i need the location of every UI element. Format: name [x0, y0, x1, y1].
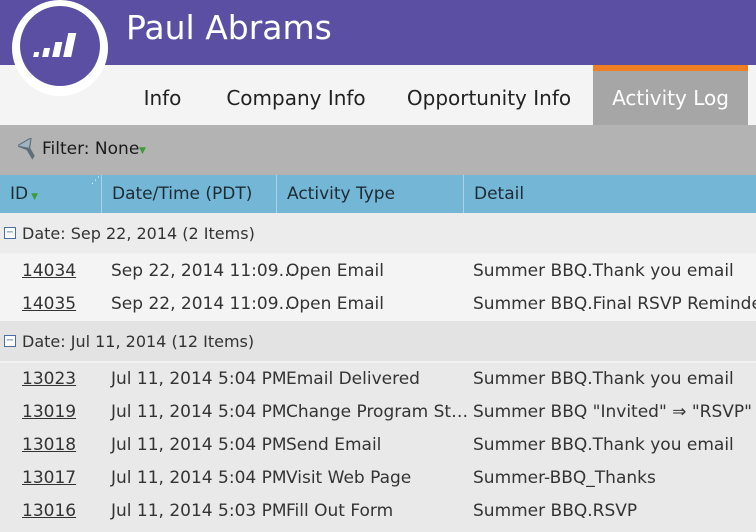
filter-dropdown-icon[interactable]: ▼: [139, 146, 146, 156]
page-title: Paul Abrams: [126, 8, 332, 47]
funnel-icon[interactable]: [18, 138, 40, 162]
column-detail[interactable]: Detail: [464, 175, 756, 213]
table-row[interactable]: 13017 Jul 11, 2014 5:04 PM Visit Web Pag…: [0, 462, 756, 495]
activity-id-link[interactable]: 13016: [22, 501, 76, 521]
activity-type: Open Email: [286, 261, 384, 281]
activity-detail: Summer BBQ.Final RSVP Reminder: [473, 294, 756, 314]
group-header: − Date: Jul 11, 2014 (12 Items): [0, 321, 756, 361]
column-header-row: ID ▼ ⋰ Date/Time (PDT) Activity Type Deta…: [0, 175, 756, 213]
column-activity-type[interactable]: Activity Type: [277, 175, 464, 213]
collapse-icon[interactable]: −: [4, 227, 16, 239]
column-id[interactable]: ID ▼ ⋰: [0, 175, 102, 213]
activity-id-link[interactable]: 14035: [22, 294, 76, 314]
activity-detail: Summer BBQ.RSVP: [473, 501, 638, 521]
tab-info[interactable]: Info: [125, 65, 200, 125]
activity-detail: Summer-BBQ_Thanks: [473, 468, 656, 488]
activity-datetime: Sep 22, 2014 11:09…: [111, 261, 296, 281]
tab-company-info[interactable]: Company Info: [213, 65, 379, 125]
activity-type: Fill Out Form: [286, 501, 394, 521]
group-label: Date: Jul 11, 2014 (12 Items): [22, 332, 255, 351]
activity-id-link[interactable]: 13019: [22, 402, 76, 422]
record-header: Paul Abrams: [0, 0, 756, 65]
tab-bar: Info Company Info Opportunity Info Activ…: [0, 65, 756, 125]
activity-type: Visit Web Page: [286, 468, 412, 488]
activity-id-link[interactable]: 14034: [22, 261, 76, 281]
group-header: − Date: Sep 22, 2014 (2 Items): [0, 213, 756, 253]
logo-badge: [20, 6, 100, 86]
column-grip-icon[interactable]: ⋰: [91, 177, 100, 186]
column-id-label: ID: [10, 184, 29, 204]
activity-id-link[interactable]: 13023: [22, 369, 76, 389]
activity-id-link[interactable]: 13018: [22, 435, 76, 455]
tab-activity-log[interactable]: Activity Log: [593, 65, 748, 125]
group-label: Date: Sep 22, 2014 (2 Items): [22, 224, 255, 243]
activity-detail: Summer BBQ.Thank you email: [473, 369, 734, 389]
activity-datetime: Jul 11, 2014 5:04 PM: [111, 402, 287, 422]
app-logo: [12, 0, 108, 96]
activity-type: Email Delivered: [286, 369, 420, 389]
bars-logo-icon: [33, 33, 77, 57]
activity-type: Change Program St…: [286, 402, 469, 422]
table-row[interactable]: 13018 Jul 11, 2014 5:04 PM Send Email Su…: [0, 429, 756, 462]
activity-datetime: Jul 11, 2014 5:04 PM: [111, 435, 287, 455]
activity-type: Open Email: [286, 294, 384, 314]
filter-bar: Filter: None ▼: [0, 125, 756, 175]
filter-label[interactable]: Filter: None: [42, 139, 139, 159]
column-datetime[interactable]: Date/Time (PDT): [102, 175, 277, 213]
activity-datetime: Jul 11, 2014 5:04 PM: [111, 468, 287, 488]
activity-detail: Summer BBQ.Thank you email: [473, 261, 734, 281]
activity-detail: Summer BBQ.Thank you email: [473, 435, 734, 455]
collapse-icon[interactable]: −: [4, 335, 16, 347]
table-row[interactable]: 13019 Jul 11, 2014 5:04 PM Change Progra…: [0, 396, 756, 429]
tab-opportunity-info[interactable]: Opportunity Info: [398, 65, 580, 125]
table-row[interactable]: 14035 Sep 22, 2014 11:09… Open Email Sum…: [0, 288, 756, 321]
activity-datetime: Jul 11, 2014 5:03 PM: [111, 501, 287, 521]
activity-detail: Summer BBQ "Invited" ⇒ "RSVP": [473, 402, 752, 422]
sort-down-icon[interactable]: ▼: [31, 192, 38, 202]
table-row[interactable]: 14034 Sep 22, 2014 11:09… Open Email Sum…: [0, 255, 756, 288]
activity-datetime: Sep 22, 2014 11:09…: [111, 294, 296, 314]
activity-datetime: Jul 11, 2014 5:04 PM: [111, 369, 287, 389]
activity-id-link[interactable]: 13017: [22, 468, 76, 488]
table-row[interactable]: 13016 Jul 11, 2014 5:03 PM Fill Out Form…: [0, 495, 756, 532]
table-row[interactable]: 13023 Jul 11, 2014 5:04 PM Email Deliver…: [0, 363, 756, 396]
activity-type: Send Email: [286, 435, 382, 455]
